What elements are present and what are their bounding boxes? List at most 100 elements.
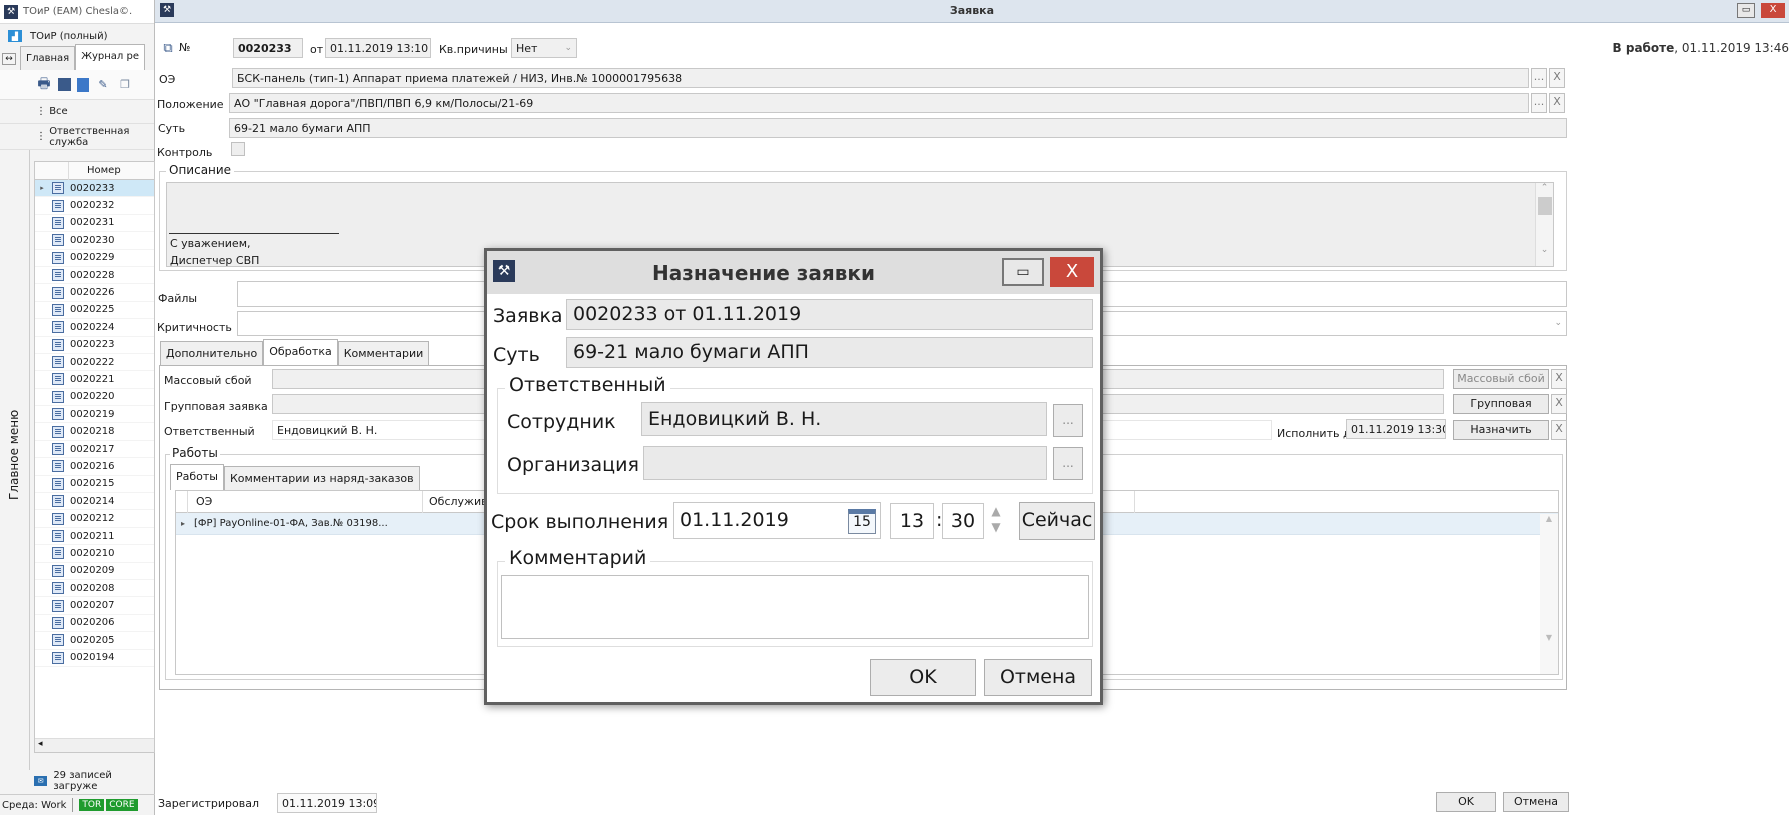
request-date-field[interactable]: 01.11.2019 13:10 xyxy=(325,38,431,58)
essence-label: Суть xyxy=(158,122,186,135)
org-field[interactable] xyxy=(643,446,1047,480)
signature-line xyxy=(169,233,339,234)
list-header[interactable]: Номер xyxy=(35,162,154,180)
left-tab-main[interactable]: Главная xyxy=(20,46,76,70)
desc-scrollbar[interactable]: ⌃ ⌄ xyxy=(1535,183,1553,266)
essence-field[interactable]: 69-21 мало бумаги АПП xyxy=(229,118,1567,138)
edit-icon[interactable]: ✎ xyxy=(95,77,111,93)
chevron-down-icon: ⌄ xyxy=(1554,318,1562,328)
request-doc-icon xyxy=(52,356,64,369)
list-item[interactable]: 0020214 xyxy=(35,493,154,511)
form-ok-button[interactable]: OK xyxy=(1436,792,1496,812)
list-item[interactable]: 0020210 xyxy=(35,545,154,563)
list-item[interactable]: 0020212 xyxy=(35,510,154,528)
tab-processing[interactable]: Обработка xyxy=(263,339,338,365)
group-button[interactable]: Групповая xyxy=(1453,394,1549,414)
tab-works[interactable]: Работы xyxy=(170,464,224,490)
minute-field[interactable]: 30 xyxy=(942,503,984,539)
dialog-close-button[interactable]: X xyxy=(1050,257,1094,287)
dialog-restore-button[interactable]: ▭ xyxy=(1002,258,1044,286)
org-dots-button[interactable]: ... xyxy=(1053,447,1083,480)
list-item-number: 0020217 xyxy=(70,443,115,455)
request-number-field[interactable]: 0020233 xyxy=(233,38,303,58)
list-item[interactable]: 0020209 xyxy=(35,563,154,580)
reason-label: Кв.причины xyxy=(439,43,508,56)
list-item[interactable]: 0020230 xyxy=(35,232,154,250)
dialog-ok-button[interactable]: OK xyxy=(870,659,976,696)
list-item[interactable]: 0020229 xyxy=(35,250,154,267)
list-item[interactable]: 0020224 xyxy=(35,319,154,337)
request-doc-icon xyxy=(52,408,64,421)
position-dots-button[interactable]: ... xyxy=(1531,93,1547,113)
document-icon[interactable] xyxy=(77,77,89,92)
app-logo-icon: ⚒ xyxy=(4,4,18,19)
list-item[interactable]: 0020231 xyxy=(35,215,154,233)
time-spinner[interactable]: ▲ ▼ xyxy=(987,503,1005,539)
list-item[interactable]: 0020220 xyxy=(35,389,154,407)
list-item[interactable]: 0020207 xyxy=(35,597,154,615)
deadline-label: Срок выполнения xyxy=(491,511,669,533)
form-title: Заявка xyxy=(949,4,995,17)
comment-field[interactable] xyxy=(501,575,1089,639)
collapse-icon[interactable]: ↔ xyxy=(2,53,16,65)
form-cancel-button[interactable]: Отмена xyxy=(1503,792,1569,812)
list-item[interactable]: 0020219 xyxy=(35,406,154,424)
list-item[interactable]: ▸ 0020233 xyxy=(35,180,154,198)
list-item[interactable]: 0020228 xyxy=(35,267,154,285)
list-item[interactable]: 0020217 xyxy=(35,441,154,459)
employee-dots-button[interactable]: ... xyxy=(1053,404,1083,437)
group-clear-button[interactable]: X xyxy=(1551,394,1567,414)
hscroll[interactable]: ◂ xyxy=(35,738,154,752)
list-item[interactable]: 0020215 xyxy=(35,476,154,494)
grid-col-oe[interactable]: ОЭ xyxy=(188,490,423,513)
oe-dots-button[interactable]: ... xyxy=(1531,68,1547,88)
grid-vscroll[interactable]: ▲ ▼ xyxy=(1540,514,1558,674)
list-item[interactable]: 0020221 xyxy=(35,371,154,389)
list-item[interactable]: 0020218 xyxy=(35,423,154,441)
due-field[interactable]: 01.11.2019 13:30 xyxy=(1346,419,1446,439)
employee-field[interactable]: Ендовицкий В. Н. xyxy=(641,402,1047,436)
save-icon[interactable] xyxy=(58,78,71,91)
restore-button[interactable]: ▭ xyxy=(1737,3,1755,18)
copy-icon[interactable]: ❐ xyxy=(117,77,133,93)
list-item[interactable]: 0020232 xyxy=(35,197,154,215)
left-tab-journal[interactable]: Журнал ре xyxy=(75,44,145,70)
assign-clear-button[interactable]: X xyxy=(1551,420,1567,440)
tab-comments[interactable]: Комментарии xyxy=(337,341,430,365)
list-item[interactable]: 0020211 xyxy=(35,528,154,546)
list-item[interactable]: 0020222 xyxy=(35,354,154,372)
close-button[interactable]: X xyxy=(1761,3,1785,18)
print-icon[interactable]: 🖶 xyxy=(36,76,52,93)
tab-work-comments[interactable]: Комментарии из наряд-заказов xyxy=(223,466,420,490)
left-tabs: ↔ Главная Журнал ре xyxy=(0,44,154,70)
list-item[interactable]: 0020216 xyxy=(35,458,154,476)
list-item[interactable]: 0020223 xyxy=(35,337,154,354)
position-clear-button[interactable]: X xyxy=(1549,93,1565,113)
list-item[interactable]: 0020225 xyxy=(35,302,154,320)
side-main-menu[interactable]: Главное меню xyxy=(0,150,30,770)
list-item-number: 0020206 xyxy=(70,617,115,629)
list-item-number: 0020212 xyxy=(70,513,115,525)
dialog-cancel-button[interactable]: Отмена xyxy=(984,659,1092,696)
oe-field[interactable]: БСК-панель (тип-1) Аппарат приема платеж… xyxy=(232,68,1529,88)
deadline-date-field[interactable]: 01.11.2019 15 xyxy=(673,502,881,539)
list-item[interactable]: 0020206 xyxy=(35,615,154,633)
list-item[interactable]: 0020226 xyxy=(35,284,154,302)
now-button[interactable]: Сейчас xyxy=(1019,502,1095,540)
position-field[interactable]: АО "Главная дорога"/ПВП/ПВП 6,9 км/Полос… xyxy=(229,93,1529,113)
mass-clear-button[interactable]: X xyxy=(1551,369,1567,389)
hour-field[interactable]: 13 xyxy=(890,503,934,539)
mass-failure-button[interactable]: Массовый сбой xyxy=(1453,369,1549,389)
request-doc-icon xyxy=(52,269,64,282)
control-checkbox[interactable] xyxy=(231,142,245,156)
list-item[interactable]: 0020208 xyxy=(35,580,154,598)
reason-select[interactable]: Нет ⌄ xyxy=(511,38,577,58)
tab-additional[interactable]: Дополнительно xyxy=(160,341,264,365)
filter-service[interactable]: ⋮ Ответственная служба xyxy=(0,124,154,150)
assign-button[interactable]: Назначить xyxy=(1453,420,1549,440)
oe-clear-button[interactable]: X xyxy=(1549,68,1565,88)
list-item[interactable]: 0020205 xyxy=(35,632,154,650)
calendar-icon[interactable]: 15 xyxy=(848,509,876,534)
list-item[interactable]: 0020194 xyxy=(35,650,154,667)
filter-all[interactable]: ⋮ Все xyxy=(0,100,154,124)
